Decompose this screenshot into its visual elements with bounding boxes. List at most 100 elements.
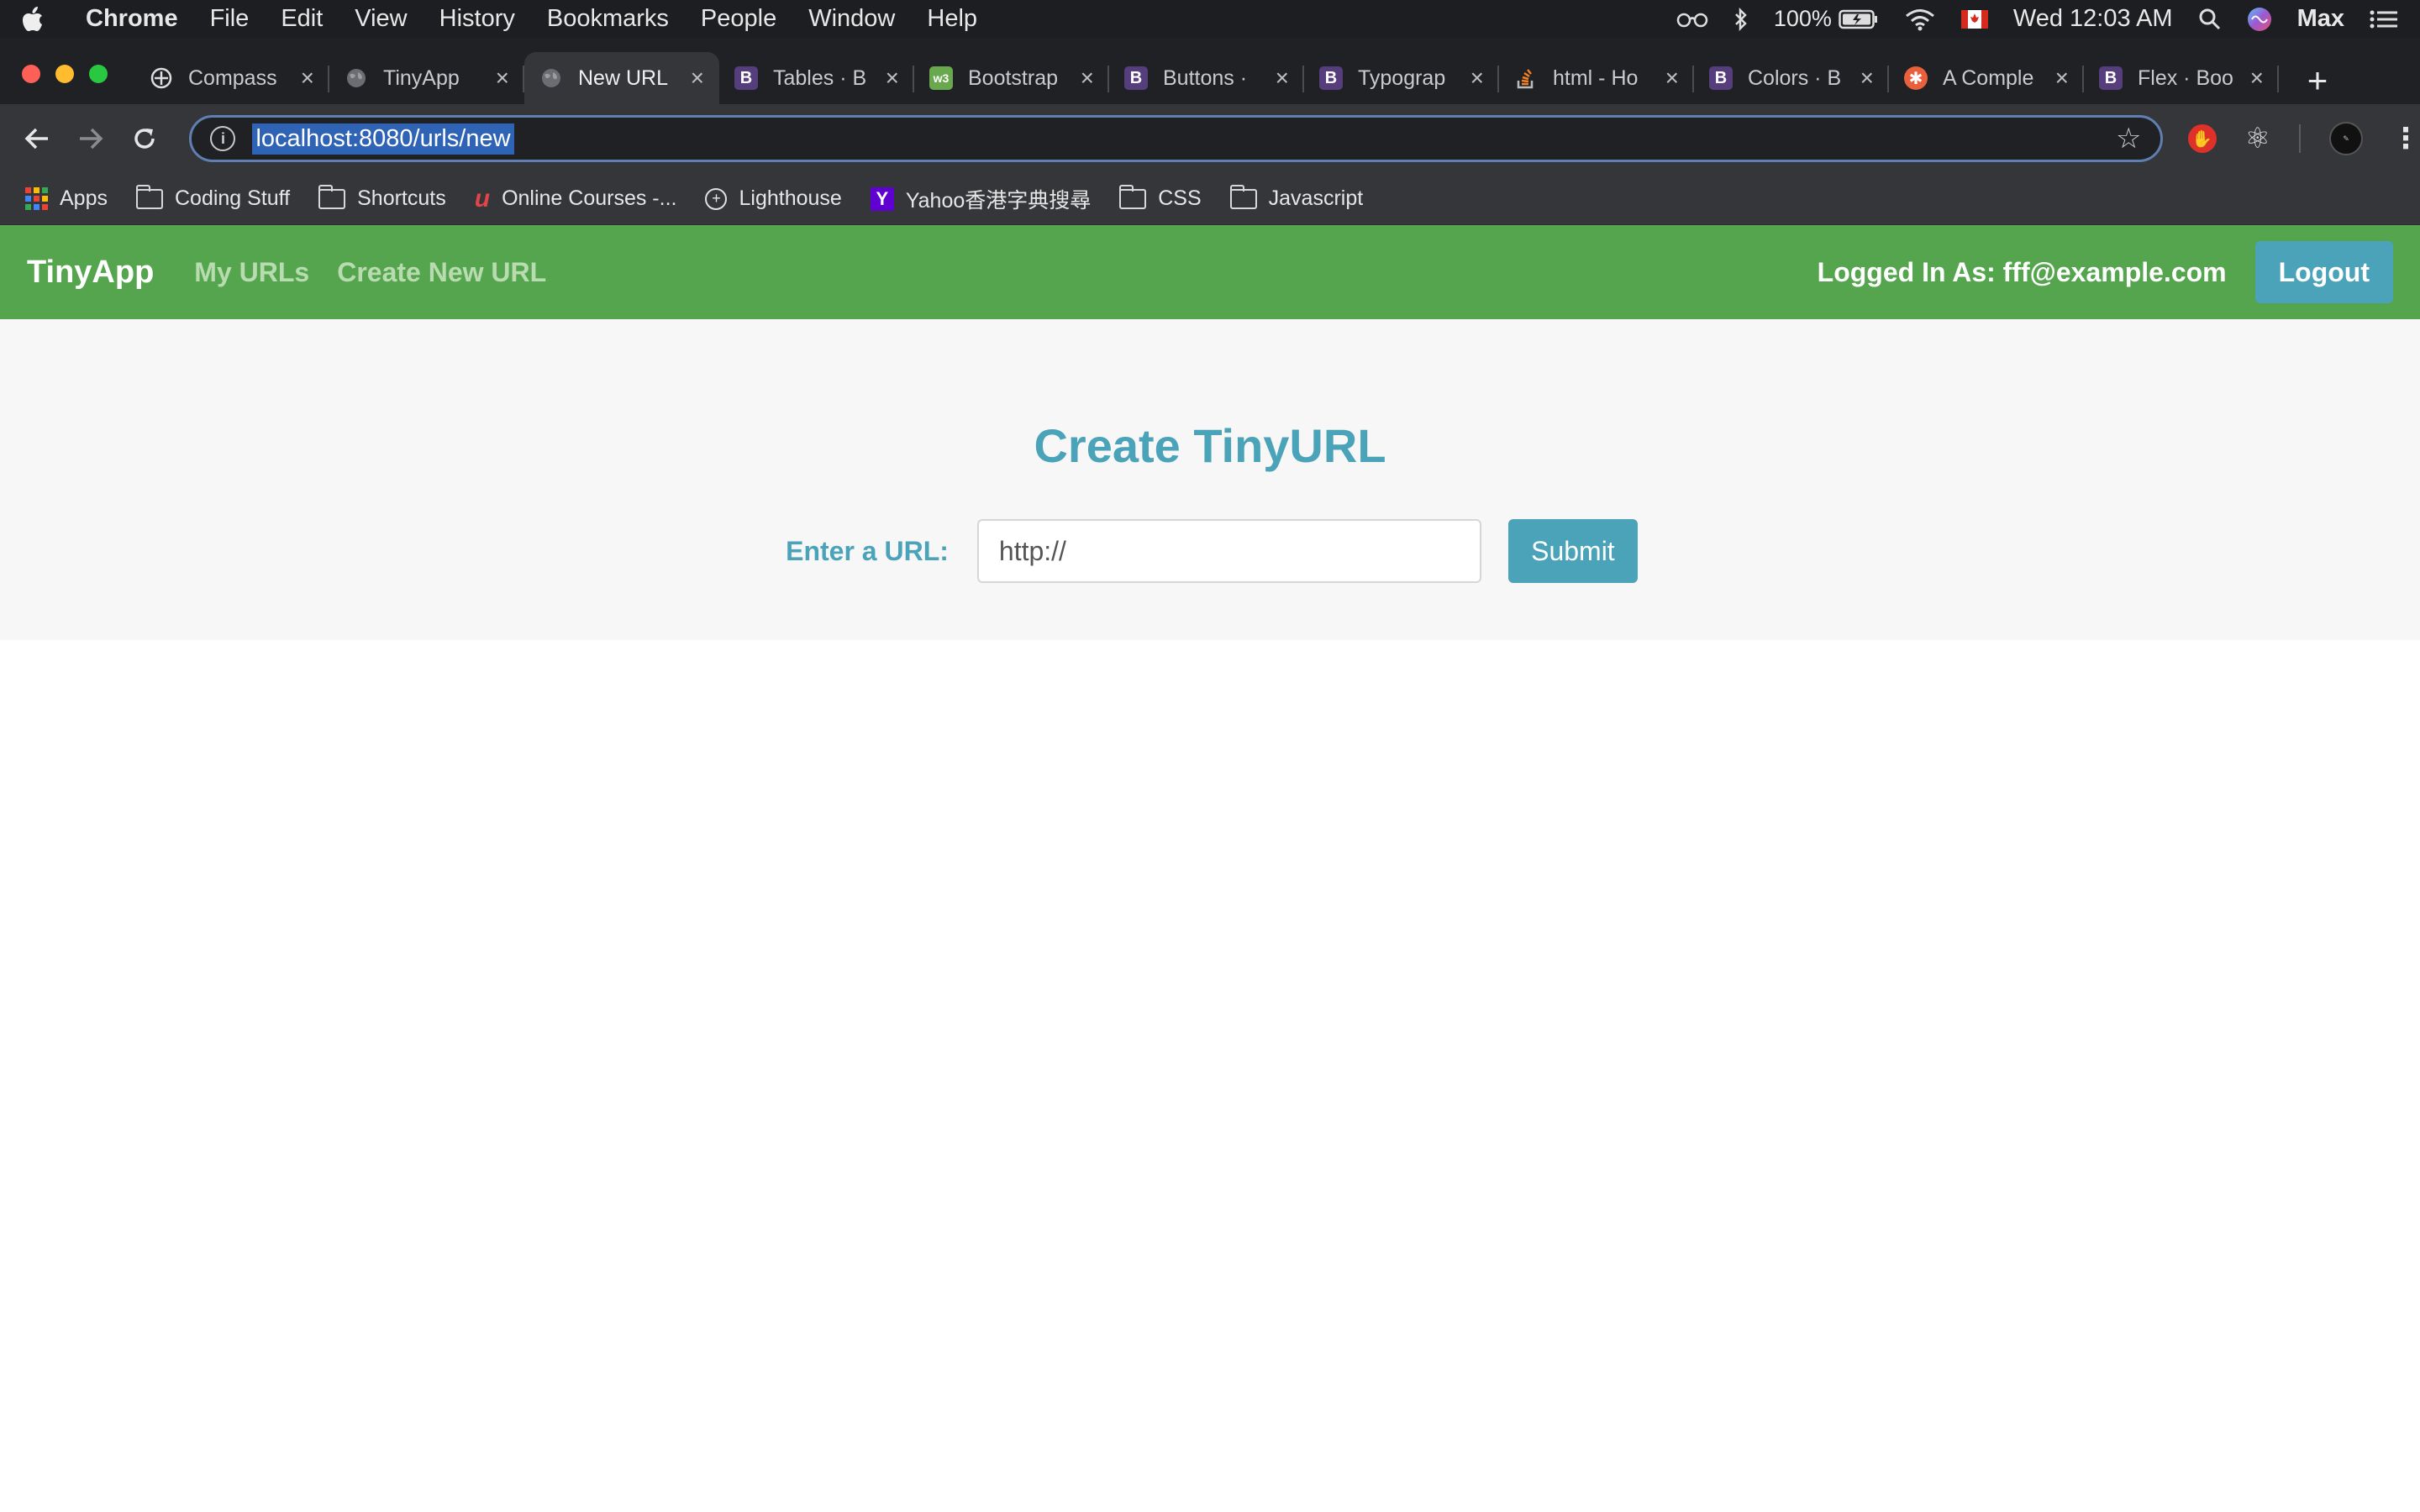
tab-css-tricks[interactable]: ✱ A Comple ×	[1889, 52, 2084, 104]
menu-view[interactable]: View	[355, 5, 407, 33]
nav-my-urls[interactable]: My URLs	[194, 257, 309, 288]
close-tab-icon[interactable]: ×	[1081, 65, 1094, 92]
menu-app-name[interactable]: Chrome	[86, 5, 178, 33]
tab-typography-bootstrap[interactable]: B Typograp ×	[1304, 52, 1499, 104]
close-tab-icon[interactable]: ×	[886, 65, 899, 92]
extensions-area: ✋ ⚛ ✎ ⋮	[2187, 122, 2420, 155]
wifi-icon[interactable]	[1904, 8, 1936, 31]
bookmark-folder-javascript[interactable]: Javascript	[1229, 184, 1363, 211]
tab-title: Tables · B	[773, 66, 867, 90]
minimize-window-button[interactable]	[55, 65, 74, 83]
bookmark-folder-css[interactable]: CSS	[1119, 184, 1202, 211]
tab-buttons-bootstrap[interactable]: B Buttons · ×	[1109, 52, 1304, 104]
menu-edit[interactable]: Edit	[281, 5, 323, 33]
tab-compass[interactable]: Compass ×	[134, 52, 329, 104]
browser-toolbar: i localhost:8080/urls/new ☆ ✋ ⚛ ✎ ⋮	[0, 104, 2420, 173]
close-tab-icon[interactable]: ×	[691, 65, 704, 92]
tab-bootstrap[interactable]: w3 Bootstrap ×	[914, 52, 1109, 104]
tab-title: Flex · Boo	[2138, 66, 2233, 90]
tab-flex-bootstrap[interactable]: B Flex · Boo ×	[2084, 52, 2279, 104]
bootstrap-icon: B	[734, 66, 758, 90]
chrome-menu-icon[interactable]: ⋮	[2391, 122, 2420, 155]
css-tricks-icon: ✱	[1904, 66, 1928, 90]
bookmark-folder-shortcuts[interactable]: Shortcuts	[318, 184, 446, 211]
close-tab-icon[interactable]: ×	[1470, 65, 1484, 92]
menu-window[interactable]: Window	[808, 5, 895, 33]
clock[interactable]: Wed 12:03 AM	[2013, 5, 2173, 33]
new-tab-button[interactable]: +	[2292, 56, 2343, 104]
bluetooth-icon[interactable]	[1733, 7, 1749, 31]
react-devtools-icon[interactable]: ⚛	[2245, 122, 2270, 155]
lighthouse-icon: +	[705, 187, 728, 210]
zoom-window-button[interactable]	[89, 65, 108, 83]
reload-button[interactable]	[118, 126, 171, 151]
close-tab-icon[interactable]: ×	[301, 65, 314, 92]
tab-title: A Comple	[1943, 66, 2034, 90]
notification-center-icon[interactable]	[2370, 9, 2398, 29]
submit-button[interactable]: Submit	[1507, 519, 1638, 583]
globe-icon	[539, 66, 563, 90]
close-window-button[interactable]	[22, 65, 40, 83]
folder-icon	[135, 184, 163, 209]
close-tab-icon[interactable]: ×	[2250, 65, 2264, 92]
bookmark-lighthouse[interactable]: + Lighthouse	[705, 186, 842, 211]
globe-icon	[345, 66, 368, 90]
siri-icon[interactable]	[2247, 7, 2272, 32]
site-info-icon[interactable]: i	[210, 126, 236, 151]
bookmark-apps[interactable]: Apps	[25, 186, 108, 211]
address-url[interactable]: localhost:8080/urls/new	[252, 123, 514, 155]
brand-link[interactable]: TinyApp	[27, 255, 154, 291]
reader-glasses-icon[interactable]	[1676, 11, 1708, 28]
create-url-form: Enter a URL: Submit	[0, 519, 2420, 583]
battery-status[interactable]: 100%	[1774, 6, 1879, 32]
long-url-input[interactable]	[976, 519, 1481, 583]
yahoo-icon: Y	[870, 186, 894, 211]
tab-colors-bootstrap[interactable]: B Colors · B ×	[1694, 52, 1889, 104]
back-button[interactable]	[10, 127, 64, 150]
stackoverflow-icon	[1514, 66, 1538, 90]
user-name[interactable]: Max	[2297, 5, 2344, 33]
close-tab-icon[interactable]: ×	[1860, 65, 1874, 92]
close-tab-icon[interactable]: ×	[2055, 65, 2069, 92]
tab-tinyapp[interactable]: TinyApp ×	[329, 52, 524, 104]
menu-bookmarks[interactable]: Bookmarks	[547, 5, 669, 33]
close-tab-icon[interactable]: ×	[496, 65, 509, 92]
close-tab-icon[interactable]: ×	[1665, 65, 1679, 92]
tab-stackoverflow[interactable]: html - Ho ×	[1499, 52, 1694, 104]
bookmark-online-courses[interactable]: u Online Courses -...	[475, 185, 677, 213]
apple-icon[interactable]	[22, 6, 69, 32]
app-navbar: TinyApp My URLs Create New URL Logged In…	[0, 225, 2420, 319]
logout-button[interactable]: Logout	[2254, 241, 2393, 303]
bookmark-folder-coding-stuff[interactable]: Coding Stuff	[135, 184, 290, 211]
bookmark-label: CSS	[1158, 186, 1202, 210]
folder-icon	[318, 184, 346, 209]
battery-percent: 100%	[1773, 6, 1832, 31]
profile-avatar[interactable]: ✎	[2328, 122, 2363, 155]
address-bar[interactable]: i localhost:8080/urls/new ☆	[189, 115, 2163, 162]
forward-button[interactable]	[64, 127, 118, 150]
tab-title: Compass	[188, 66, 277, 90]
menu-people[interactable]: People	[701, 5, 776, 33]
tab-tables-bootstrap[interactable]: B Tables · B ×	[719, 52, 914, 104]
spotlight-search-icon[interactable]	[2198, 8, 2222, 31]
folder-icon	[1119, 184, 1147, 209]
adblock-extension-icon[interactable]: ✋	[2187, 124, 2217, 153]
bookmarks-bar: Apps Coding Stuff Shortcuts u Online Cou…	[0, 173, 2420, 225]
bookmark-yahoo-dictionary[interactable]: Y Yahoo香港字典搜尋	[870, 184, 1091, 214]
page-title: Create TinyURL	[1034, 419, 1386, 472]
compass-icon	[150, 66, 173, 90]
arrow-right-icon	[79, 128, 103, 150]
tab-title: Buttons ·	[1163, 66, 1248, 90]
menu-file[interactable]: File	[210, 5, 250, 33]
arrow-left-icon	[24, 128, 48, 150]
menu-help[interactable]: Help	[927, 5, 977, 33]
bookmark-label: Apps	[60, 186, 108, 210]
menu-history[interactable]: History	[439, 5, 515, 33]
nav-create-new-url[interactable]: Create New URL	[337, 257, 546, 288]
tab-new-url[interactable]: New URL ×	[524, 52, 719, 104]
canada-flag-icon[interactable]	[1960, 9, 1988, 29]
apps-grid-icon	[25, 187, 48, 210]
bookmark-label: Online Courses -...	[502, 186, 677, 210]
close-tab-icon[interactable]: ×	[1276, 65, 1289, 92]
bookmark-star-icon[interactable]: ☆	[2116, 122, 2141, 155]
